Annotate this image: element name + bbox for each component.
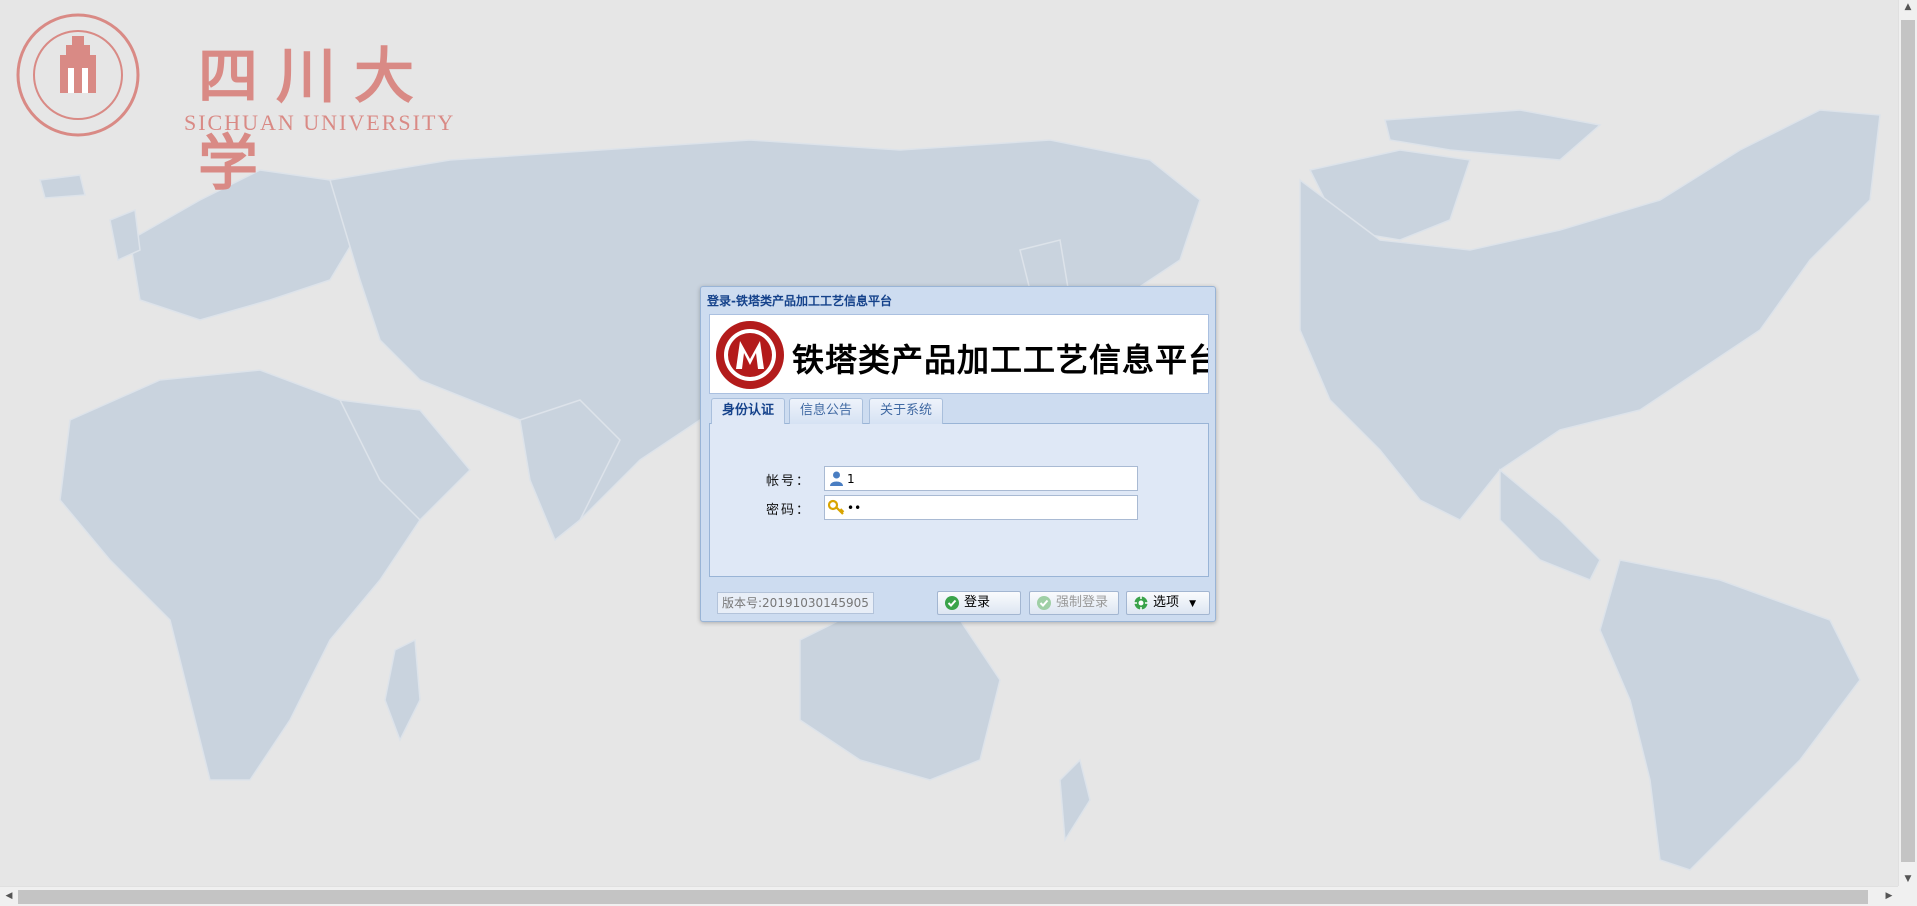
platform-logo-icon <box>716 321 784 389</box>
chevron-down-icon: ▼ <box>1189 599 1197 609</box>
options-button-label: 选项 <box>1153 595 1180 610</box>
window-title: 登录-铁塔类产品加工工艺信息平台 <box>707 294 892 308</box>
scroll-up-icon[interactable]: ▲ <box>1900 2 1916 12</box>
university-logo: 四川大学 SICHUAN UNIVERSITY <box>8 10 488 199</box>
login-window: 登录-铁塔类产品加工工艺信息平台 铁塔类产品加工工艺信息平台 身份认证 信息公告… <box>700 286 1216 622</box>
version-label: 版本号:20191030145905 <box>717 592 874 614</box>
login-form-panel: 帐号： 密码： <box>709 424 1209 577</box>
login-button[interactable]: 登录 <box>937 591 1021 615</box>
tab-announcements[interactable]: 信息公告 <box>789 398 864 424</box>
vertical-scroll-thumb[interactable] <box>1901 20 1915 862</box>
scrollbar-corner <box>1898 886 1917 906</box>
options-gear-icon <box>1134 596 1148 610</box>
platform-banner: 铁塔类产品加工工艺信息平台 <box>709 314 1209 394</box>
tab-bar: 身份认证 信息公告 关于系统 <box>709 394 1209 425</box>
horizontal-scroll-thumb[interactable] <box>18 890 1868 904</box>
account-input[interactable] <box>847 469 1133 488</box>
vertical-scrollbar[interactable]: ▲ ▼ <box>1898 0 1917 886</box>
account-field[interactable] <box>824 466 1138 491</box>
password-label: 密码： <box>766 503 812 518</box>
account-label: 帐号： <box>766 474 812 489</box>
password-field[interactable] <box>824 495 1138 520</box>
check-icon-disabled <box>1037 596 1051 610</box>
password-input[interactable] <box>847 498 1133 517</box>
key-icon <box>828 499 845 515</box>
login-button-label: 登录 <box>964 595 991 610</box>
force-login-button[interactable]: 强制登录 <box>1029 591 1119 615</box>
user-icon <box>830 471 843 486</box>
tab-about-system[interactable]: 关于系统 <box>869 398 944 424</box>
scroll-right-icon[interactable]: ▶ <box>1881 891 1897 901</box>
horizontal-scrollbar[interactable]: ◀ ▶ <box>0 886 1898 906</box>
platform-title: 铁塔类产品加工工艺信息平台 <box>792 341 1209 379</box>
options-button[interactable]: 选项 ▼ <box>1126 591 1210 615</box>
force-login-button-label: 强制登录 <box>1056 595 1109 610</box>
sichuan-university-seal-icon <box>16 13 140 137</box>
check-icon <box>945 596 959 610</box>
scroll-left-icon[interactable]: ◀ <box>1 891 17 901</box>
tab-identity-auth[interactable]: 身份认证 <box>711 398 786 425</box>
scroll-down-icon[interactable]: ▼ <box>1900 874 1916 884</box>
university-name-en: SICHUAN UNIVERSITY <box>184 110 456 135</box>
